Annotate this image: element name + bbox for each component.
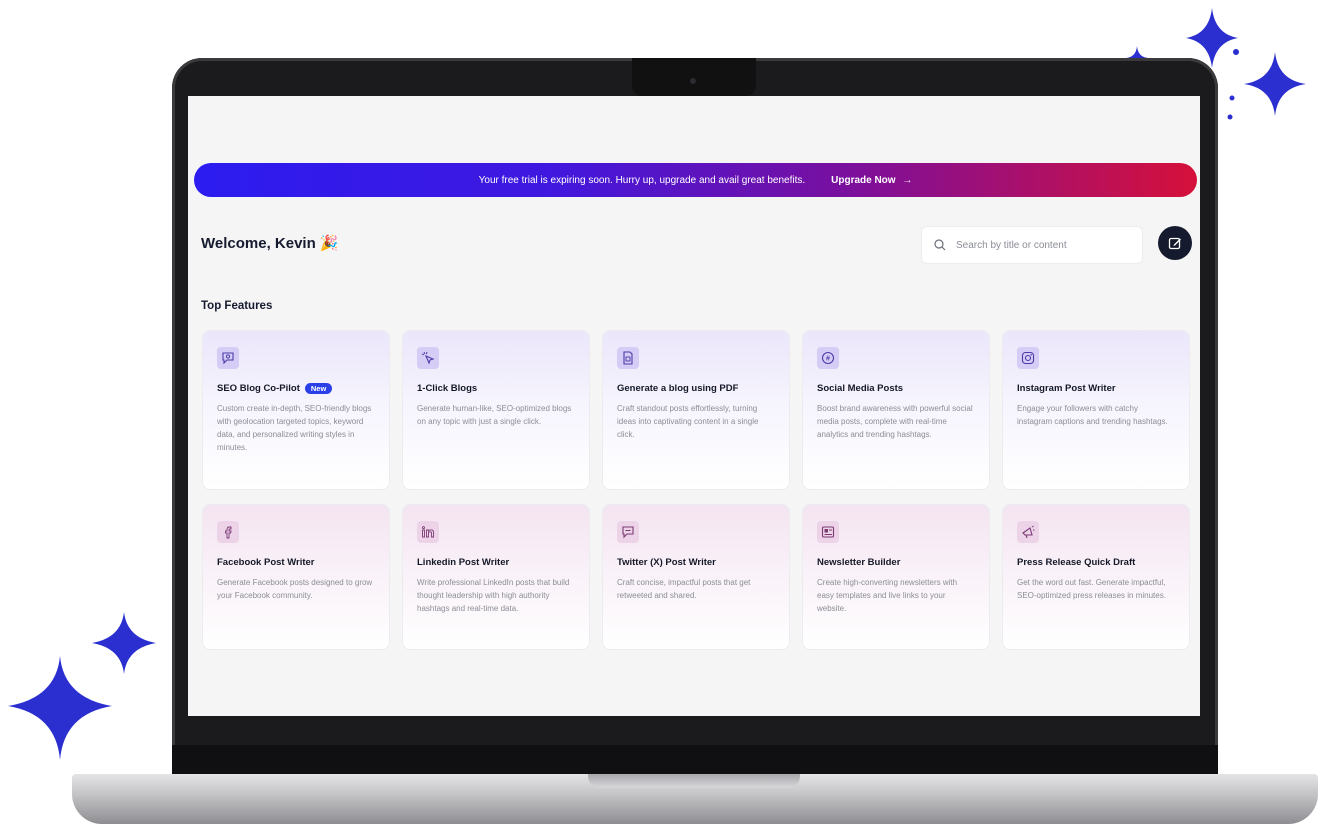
trial-banner: Your free trial is expiring soon. Hurry … bbox=[194, 163, 1197, 197]
feature-description: Custom create in-depth, SEO-friendly blo… bbox=[217, 404, 372, 452]
feature-description: Write professional LinkedIn posts that b… bbox=[417, 578, 570, 613]
section-title: Top Features bbox=[201, 300, 273, 312]
camera-icon bbox=[690, 78, 696, 84]
sparkle-icon bbox=[92, 612, 156, 674]
feature-card-newsletter-builder[interactable]: Newsletter Builder Create high-convertin… bbox=[802, 504, 990, 650]
svg-text:#: # bbox=[826, 356, 830, 363]
cursor-click-icon bbox=[417, 347, 439, 369]
feature-title-wrap: Social Media Posts bbox=[817, 383, 975, 394]
camera-notch bbox=[632, 58, 756, 96]
feature-title: Generate a blog using PDF bbox=[617, 383, 739, 394]
feature-title-wrap: Generate a blog using PDF bbox=[617, 383, 775, 394]
feature-description: Create high-converting newsletters with … bbox=[817, 578, 958, 613]
megaphone-icon bbox=[1017, 521, 1039, 543]
feature-title: Instagram Post Writer bbox=[1017, 383, 1116, 394]
sparkle-cluster-bottom-left bbox=[8, 612, 156, 760]
feature-title-wrap: Facebook Post Writer bbox=[217, 557, 375, 568]
feature-title-wrap: Newsletter Builder bbox=[817, 557, 975, 568]
laptop-opening-notch bbox=[588, 774, 800, 788]
feature-title-wrap: Twitter (X) Post Writer bbox=[617, 557, 775, 568]
new-badge: New bbox=[304, 383, 333, 394]
search-chat-icon bbox=[217, 347, 239, 369]
feature-title-wrap: Press Release Quick Draft bbox=[1017, 557, 1175, 568]
upgrade-now-link[interactable]: Upgrade Now → bbox=[831, 175, 912, 186]
feature-card-generate-blog-pdf[interactable]: Generate a blog using PDF Craft standout… bbox=[602, 330, 790, 490]
feature-card-linkedin-post-writer[interactable]: Linkedin Post Writer Write professional … bbox=[402, 504, 590, 650]
feature-card-press-release-quick-draft[interactable]: Press Release Quick Draft Get the word o… bbox=[1002, 504, 1190, 650]
feature-card-social-media-posts[interactable]: # Social Media Posts Boost brand awarene… bbox=[802, 330, 990, 490]
instagram-icon bbox=[1017, 347, 1039, 369]
feature-title: Twitter (X) Post Writer bbox=[617, 557, 716, 568]
chat-bubble-icon bbox=[617, 521, 639, 543]
feature-description: Generate Facebook posts designed to grow… bbox=[217, 578, 373, 600]
feature-title-wrap: Linkedin Post Writer bbox=[417, 557, 575, 568]
feature-title: Press Release Quick Draft bbox=[1017, 557, 1136, 568]
laptop-hinge bbox=[172, 745, 1218, 775]
feature-title: SEO Blog Co-Pilot bbox=[217, 383, 300, 394]
feature-description: Engage your followers with catchy instag… bbox=[1017, 404, 1168, 426]
feature-card-facebook-post-writer[interactable]: Facebook Post Writer Generate Facebook p… bbox=[202, 504, 390, 650]
features-grid: SEO Blog Co-Pilot New Custom create in-d… bbox=[202, 330, 1190, 650]
edit-icon bbox=[1168, 237, 1181, 250]
search-icon bbox=[934, 239, 946, 251]
feature-description: Craft standout posts effortlessly, turni… bbox=[617, 404, 759, 439]
trial-message: Your free trial is expiring soon. Hurry … bbox=[478, 174, 806, 186]
search-box[interactable] bbox=[921, 226, 1143, 264]
pdf-file-icon bbox=[617, 347, 639, 369]
feature-description: Boost brand awareness with powerful soci… bbox=[817, 404, 973, 439]
feature-title: Social Media Posts bbox=[817, 383, 904, 394]
welcome-heading: Welcome, Kevin 🎉 bbox=[201, 235, 339, 252]
linkedin-icon bbox=[417, 521, 439, 543]
feature-card-seo-blog-co-pilot[interactable]: SEO Blog Co-Pilot New Custom create in-d… bbox=[202, 330, 390, 490]
feature-title-wrap: SEO Blog Co-Pilot New bbox=[217, 383, 375, 394]
sparkle-icon bbox=[8, 656, 112, 760]
feature-title-wrap: Instagram Post Writer bbox=[1017, 383, 1175, 394]
feature-description: Get the word out fast. Generate impactfu… bbox=[1017, 578, 1166, 600]
compose-button[interactable] bbox=[1158, 226, 1192, 260]
newsletter-icon bbox=[817, 521, 839, 543]
feature-description: Craft concise, impactful posts that get … bbox=[617, 578, 751, 600]
sparkle-icon bbox=[1244, 52, 1306, 116]
feature-title-wrap: 1-Click Blogs bbox=[417, 383, 575, 394]
feature-card-twitter-post-writer[interactable]: Twitter (X) Post Writer Craft concise, i… bbox=[602, 504, 790, 650]
feature-card-1-click-blogs[interactable]: 1-Click Blogs Generate human-like, SEO-o… bbox=[402, 330, 590, 490]
feature-title: Newsletter Builder bbox=[817, 557, 901, 568]
feature-title: Linkedin Post Writer bbox=[417, 557, 510, 568]
search-input[interactable] bbox=[954, 238, 1128, 252]
feature-title: 1-Click Blogs bbox=[417, 383, 478, 394]
arrow-right-icon: → bbox=[902, 174, 913, 186]
facebook-icon bbox=[217, 521, 239, 543]
upgrade-now-label: Upgrade Now bbox=[831, 174, 896, 186]
feature-title: Facebook Post Writer bbox=[217, 557, 315, 568]
hashtag-icon: # bbox=[817, 347, 839, 369]
app-screen: Your free trial is expiring soon. Hurry … bbox=[188, 96, 1200, 716]
feature-description: Generate human-like, SEO-optimized blogs… bbox=[417, 404, 572, 426]
feature-card-instagram-post-writer[interactable]: Instagram Post Writer Engage your follow… bbox=[1002, 330, 1190, 490]
